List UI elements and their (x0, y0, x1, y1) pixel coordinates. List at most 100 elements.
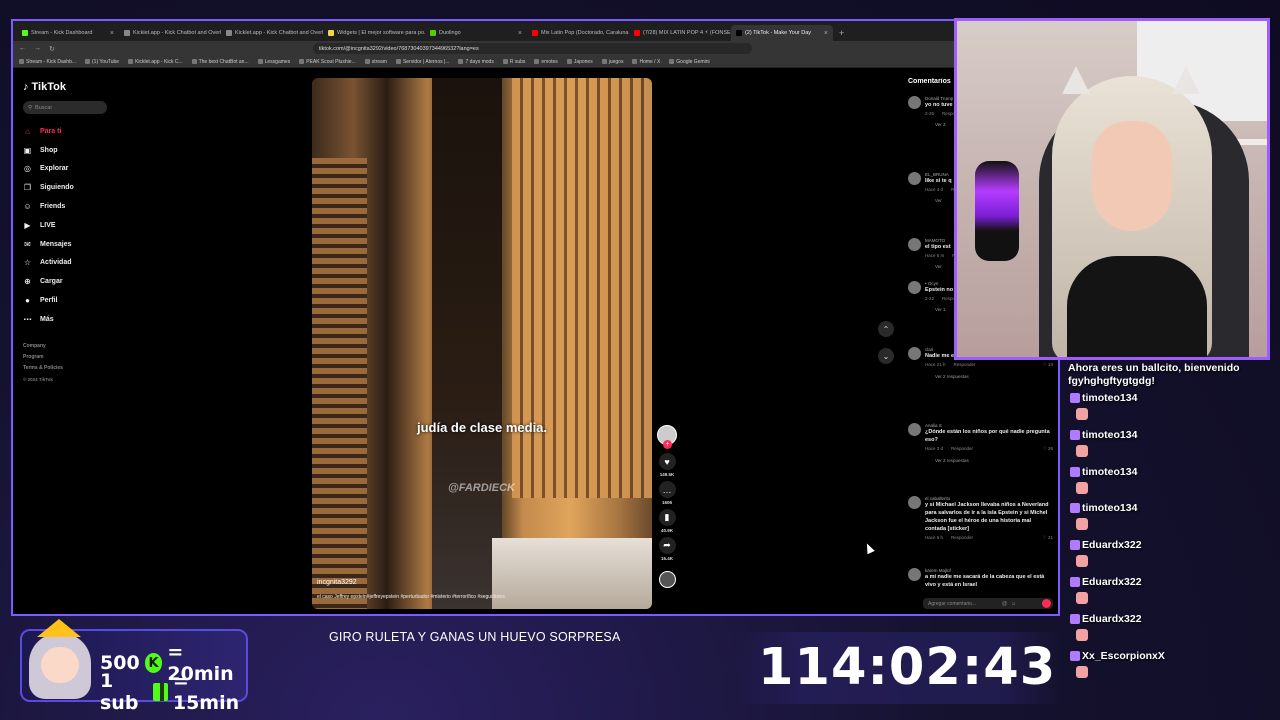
reload-icon[interactable]: ↻ (49, 45, 55, 53)
bookmark-item[interactable]: PEAK Scout Plushie... (299, 59, 356, 65)
sidebar-item-live[interactable]: ▶ LIVE (23, 216, 123, 235)
video-player[interactable]: judía de clase media. @FARDIECK incgnita… (312, 78, 652, 609)
reply-button[interactable]: Responder (951, 446, 973, 452)
bookmark-item[interactable]: (1) YouTube (85, 59, 119, 65)
bookmark-item[interactable]: Kicklet.app - Kick C... (128, 59, 183, 65)
comment-like-count: 26 (1047, 446, 1053, 451)
bookmark-item[interactable]: Stream - Kick Dashb... (19, 59, 76, 65)
bookmark-label: Google Gemini (676, 58, 710, 65)
sidebar-item-more[interactable]: ⋯ Más (23, 310, 123, 329)
comment-icon: … (658, 481, 676, 498)
mention-icon[interactable]: @ (1002, 601, 1007, 607)
tab-close-icon[interactable]: × (518, 30, 522, 37)
bookmark-item[interactable]: emotes (534, 59, 558, 65)
commenter-avatar[interactable] (908, 347, 921, 360)
commenter-avatar[interactable] (908, 496, 921, 509)
sidebar-item-messages[interactable]: ✉ Mensajes (23, 235, 123, 254)
commenter-avatar[interactable] (908, 172, 921, 185)
commenter-avatar[interactable] (908, 423, 921, 436)
sidebar-item-compass[interactable]: ◎ Explorar (23, 160, 123, 179)
sidebar-item-label: Actividad (40, 259, 72, 267)
bookmark-item[interactable]: Home / X (632, 59, 660, 65)
sidebar-item-activity[interactable]: ☆ Actividad (23, 254, 123, 273)
sidebar-item-label: Friends (40, 203, 66, 211)
tiktok-logo[interactable]: ♪ TikTok (23, 81, 123, 93)
emoji-icon[interactable]: ☺ (1011, 601, 1016, 607)
sidebar-item-upload[interactable]: ⊕ Cargar (23, 272, 123, 291)
comment-body: el caballerito y si Michael Jackson lleva… (925, 496, 1053, 541)
sidebar-item-profile[interactable]: ● Perfil (23, 291, 123, 310)
sidebar-item-label: Cargar (40, 278, 63, 286)
scroll-up-button[interactable]: ⌃ (878, 321, 894, 337)
like-button[interactable]: ♥ 149.5K (658, 453, 676, 477)
browser-tab[interactable]: Stream - Kick Dashboard × (17, 25, 119, 41)
tab-close-icon[interactable]: × (110, 30, 114, 37)
bookmark-label: Stream - Kick Dashb... (26, 58, 77, 65)
bookmark-item[interactable]: R subs (502, 58, 526, 65)
bookmark-item[interactable]: The best ChatBot an... (191, 59, 249, 65)
sidebar-item-shop[interactable]: ▣ Shop (23, 141, 123, 160)
browser-tab[interactable]: Duolingo × (425, 25, 527, 41)
back-icon[interactable]: ← (19, 45, 26, 52)
url-bar[interactable]: tiktok.com/@incgnita3292/video/768730403… (312, 43, 752, 54)
bookmark-label: R subs (509, 58, 526, 65)
bookmark-item[interactable]: juegos (601, 59, 623, 65)
bookmarks-bar: Stream - Kick Dashb... (1) YouTube Kicklet… (13, 56, 1058, 68)
share-button[interactable]: ➦ 15.4K (658, 537, 676, 561)
footer-link-program[interactable]: Program (23, 352, 123, 363)
video-description[interactable]: el caso Jeffrey epstein#jeffreyepstein #… (317, 594, 505, 600)
browser-tab[interactable]: Kicklet.app - Kick Chatbot and Overl...× (119, 25, 221, 41)
bookmark-item[interactable]: Japones (566, 59, 593, 65)
reply-button[interactable]: Responder (954, 362, 976, 368)
follow-plus-icon[interactable]: + (663, 440, 672, 449)
commenter-avatar[interactable] (908, 281, 921, 294)
browser-tab[interactable]: Kicklet.app - Kick Chatbot and Overl...× (221, 25, 323, 41)
video-username[interactable]: incgnita3292 (317, 579, 357, 586)
commenter-avatar[interactable] (908, 568, 921, 581)
comment-likes[interactable]: ♡ 26 (1043, 446, 1053, 452)
sidebar-item-following[interactable]: ❐ Siguiendo (23, 178, 123, 197)
view-replies-button[interactable]: Ver 3 respuestas (935, 458, 1053, 463)
tab-label: Stream - Kick Dashboard (31, 30, 93, 36)
mouse-cursor-icon (863, 541, 875, 555)
comment-input[interactable]: Agregar comentario... @ ☺ (923, 598, 1053, 609)
comment-button[interactable]: … 1606 (658, 481, 676, 505)
tab-close-icon[interactable]: × (824, 30, 828, 37)
scroll-down-button[interactable]: ⌄ (878, 348, 894, 364)
tiktok-logo-text: TikTok (31, 81, 66, 93)
cat-ear-left (1062, 66, 1090, 94)
sidebar-item-friends[interactable]: ☺ Friends (23, 197, 123, 216)
sidebar-item-home[interactable]: ⌂ Para ti (23, 122, 123, 141)
bookmark-item[interactable]: Google Gemini (669, 58, 710, 65)
bookmark-item[interactable]: stream (364, 59, 387, 65)
footer-link-terms[interactable]: Terms & Policies (23, 363, 123, 374)
search-input[interactable]: ⚲ Buscar (23, 101, 107, 114)
tab-favicon-icon (22, 30, 28, 36)
comment-likes[interactable]: ♡ 21 (1043, 535, 1053, 541)
forward-icon[interactable]: → (34, 45, 41, 52)
bookmark-item[interactable]: Servidor | Aternos |... (395, 59, 449, 65)
comment-likes[interactable]: ♡ 13 (1043, 362, 1053, 368)
subscriber-badge-icon (1070, 429, 1080, 440)
chat-message: timoteo134 (1068, 466, 1278, 503)
save-button[interactable]: ▮ 40.9K (658, 509, 676, 533)
new-tab-button[interactable]: + (833, 25, 850, 41)
bookmark-item[interactable]: Lessgames (257, 59, 290, 65)
footer-link-company[interactable]: Company (23, 341, 123, 352)
browser-tab[interactable]: Widgets | El mejor software para po...× (323, 25, 425, 41)
chat-emote-icon (1076, 444, 1088, 457)
post-comment-icon[interactable] (1042, 599, 1051, 608)
music-disc-icon[interactable] (658, 571, 676, 588)
creator-avatar[interactable]: + (657, 425, 677, 449)
chat-emote-icon (1076, 665, 1088, 678)
commenter-avatar[interactable] (908, 96, 921, 109)
browser-tab[interactable]: (7/28) MIX LATIN POP 4 ⚡ (FONSEC...× (629, 25, 731, 41)
reply-button[interactable]: Responder (951, 535, 973, 541)
chat-message: Eduardx322 (1068, 576, 1278, 613)
view-replies-button[interactable]: Ver 2 respuestas (935, 374, 1053, 379)
commenter-avatar[interactable] (908, 238, 921, 251)
browser-tab[interactable]: (2) TikTok - Make Your Day × (731, 25, 833, 41)
bookmark-icon (395, 59, 401, 64)
bookmark-item[interactable]: 7 days mods (458, 59, 494, 65)
browser-tab[interactable]: Mix Latin Pop (Doctorado, Caraluna...× (527, 25, 629, 41)
